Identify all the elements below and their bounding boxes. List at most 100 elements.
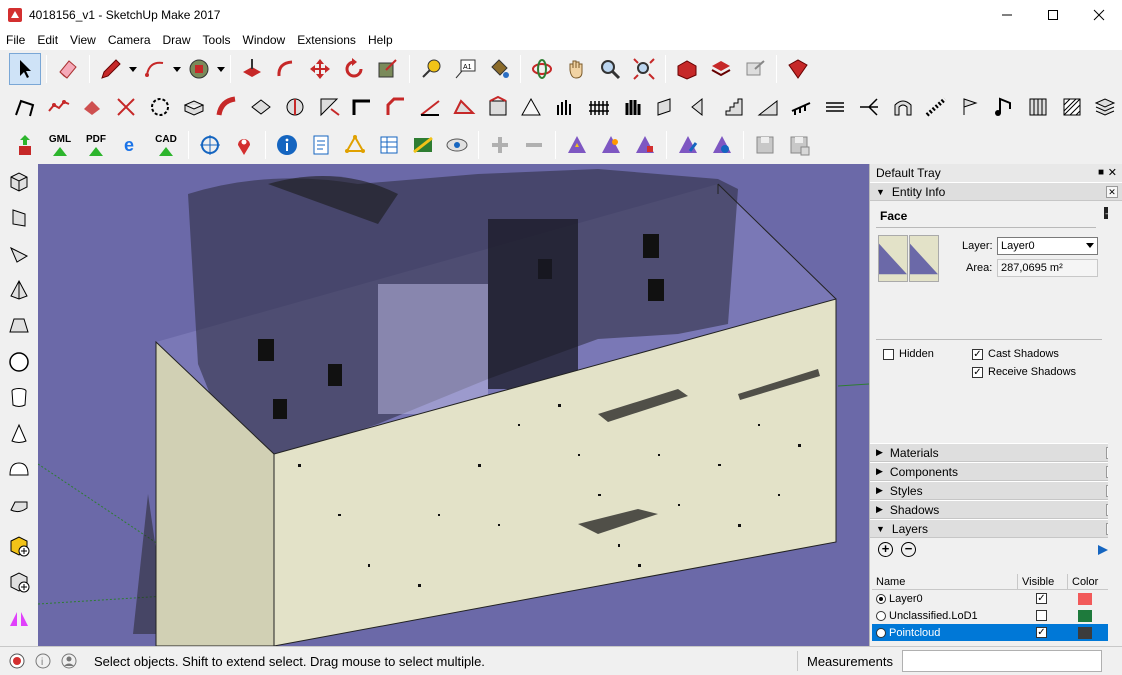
3d-warehouse-button[interactable] [671, 53, 703, 85]
layer-row-pointcloud[interactable]: Pointcloud ✓ [872, 624, 1108, 641]
paint-bucket-tool-button[interactable] [483, 53, 515, 85]
add-layer-icon[interactable]: + [878, 542, 893, 557]
stairs-tool-button[interactable] [718, 91, 750, 123]
minimize-button[interactable] [984, 0, 1030, 30]
torus-tool-button[interactable] [3, 490, 35, 522]
menu-window[interactable]: Window [237, 30, 292, 50]
wall-tool-button[interactable] [482, 91, 514, 123]
menu-camera[interactable]: Camera [102, 30, 157, 50]
menu-draw[interactable]: Draw [157, 30, 197, 50]
zoom-tool-button[interactable] [594, 53, 626, 85]
grid-tool-button[interactable] [1022, 91, 1054, 123]
lathe-tool-button[interactable] [279, 91, 311, 123]
shape-tool-button[interactable] [183, 53, 215, 85]
menu-edit[interactable]: Edit [31, 30, 64, 50]
active-layer-radio[interactable] [876, 627, 886, 638]
line-tool-button[interactable] [95, 53, 127, 85]
visible-checkbox[interactable]: ✓ [1036, 593, 1047, 604]
receive-shadows-checkbox[interactable]: ✓ [972, 367, 983, 378]
menu-tools[interactable]: Tools [197, 30, 237, 50]
offset-tool-button[interactable] [144, 91, 176, 123]
chevron-down-icon[interactable] [172, 64, 182, 74]
tray-scrollbar[interactable] [1108, 202, 1122, 646]
text-tool-button[interactable]: A1 [449, 53, 481, 85]
gable-tool-button[interactable] [515, 91, 547, 123]
tape-measure-tool-button[interactable] [415, 53, 447, 85]
geo-location-status[interactable] [8, 652, 26, 670]
save-as-button[interactable] [783, 129, 815, 161]
pin-icon[interactable]: ■ [1098, 167, 1104, 178]
edit-attributes-button[interactable] [672, 129, 704, 161]
report-button[interactable] [305, 129, 337, 161]
remove-button[interactable] [518, 129, 550, 161]
orbit-tool-button[interactable] [526, 53, 558, 85]
split-tool-button[interactable] [313, 91, 345, 123]
cad-import-button[interactable]: CAD [149, 129, 183, 161]
entity-info-header[interactable]: ▼ Entity Info ✕ [870, 182, 1122, 201]
add-shape-button[interactable] [3, 566, 35, 598]
chevron-down-icon[interactable] [216, 64, 226, 74]
account-status[interactable] [60, 652, 78, 670]
delete-layer-icon[interactable]: − [901, 542, 916, 557]
hatch-tool-button[interactable] [1056, 91, 1088, 123]
fix-button[interactable] [629, 129, 661, 161]
layer-color-swatch[interactable] [1078, 610, 1092, 622]
shadows-header[interactable]: ▶ Shadows ✕ [870, 500, 1122, 519]
push-pull-tool-button[interactable] [236, 53, 268, 85]
share-component-button[interactable] [705, 53, 737, 85]
roof-tool-button[interactable] [448, 91, 480, 123]
fillet-tool-button[interactable] [76, 91, 108, 123]
follow-me-tool-button[interactable] [270, 53, 302, 85]
share-model-button[interactable] [739, 53, 771, 85]
frustum-tool-button[interactable] [3, 310, 35, 342]
rotate-tool-button[interactable] [338, 53, 370, 85]
visible-checkbox[interactable] [1036, 610, 1047, 621]
cast-shadows-checkbox[interactable]: ✓ [972, 349, 983, 360]
ramp-tool-button[interactable] [752, 91, 784, 123]
materials-header[interactable]: ▶ Materials ✕ [870, 443, 1122, 462]
tray-close-icon[interactable]: ✕ [1108, 166, 1117, 179]
line-extend-tool-button[interactable] [414, 91, 446, 123]
path-tool-button[interactable] [819, 91, 851, 123]
gml-import-button[interactable]: GML [43, 129, 77, 161]
add-button[interactable] [484, 129, 516, 161]
layer-color-swatch[interactable] [1078, 627, 1092, 639]
menu-extensions[interactable]: Extensions [291, 30, 362, 50]
ie-export-button[interactable]: e [115, 129, 147, 161]
info-button[interactable] [271, 129, 303, 161]
back-material-swatch[interactable] [909, 235, 939, 282]
styles-header[interactable]: ▶ Styles ✕ [870, 481, 1122, 500]
arch-tool-button[interactable] [887, 91, 919, 123]
georeference-button[interactable] [194, 129, 226, 161]
terrain-button[interactable] [407, 129, 439, 161]
help-button[interactable] [706, 129, 738, 161]
maximize-button[interactable] [1030, 0, 1076, 30]
sweep-tool-button[interactable] [212, 91, 244, 123]
layer-row-layer0[interactable]: Layer0 ✓ [872, 590, 1108, 607]
pyramid-tool-button[interactable] [3, 274, 35, 306]
trim-tool-button[interactable] [110, 91, 142, 123]
music-tool-button[interactable] [988, 91, 1020, 123]
validate-button[interactable] [561, 129, 593, 161]
arc-tool-button[interactable] [139, 53, 171, 85]
camera-view-button[interactable] [441, 129, 473, 161]
menu-view[interactable]: View [64, 30, 102, 50]
scale-tool-button[interactable] [372, 53, 404, 85]
measurements-input[interactable] [902, 650, 1102, 672]
components-header[interactable]: ▶ Components ✕ [870, 462, 1122, 481]
add-component-button[interactable] [3, 530, 35, 562]
corner-tool-button[interactable] [347, 91, 379, 123]
menu-file[interactable]: File [0, 30, 31, 50]
close-button[interactable] [1076, 0, 1122, 30]
box-tool-button[interactable] [3, 166, 35, 198]
pdf-import-button[interactable]: PDF [79, 129, 113, 161]
credits-status[interactable]: i [34, 652, 52, 670]
panel-tool-button[interactable] [650, 91, 682, 123]
zoom-extents-tool-button[interactable] [628, 53, 660, 85]
column-tool-button[interactable] [549, 91, 581, 123]
bevel-tool-button[interactable] [380, 91, 412, 123]
column-color[interactable]: Color [1068, 574, 1108, 589]
visible-checkbox[interactable]: ✓ [1036, 627, 1047, 638]
window-tool-button[interactable] [684, 91, 716, 123]
dome-tool-button[interactable] [3, 454, 35, 486]
